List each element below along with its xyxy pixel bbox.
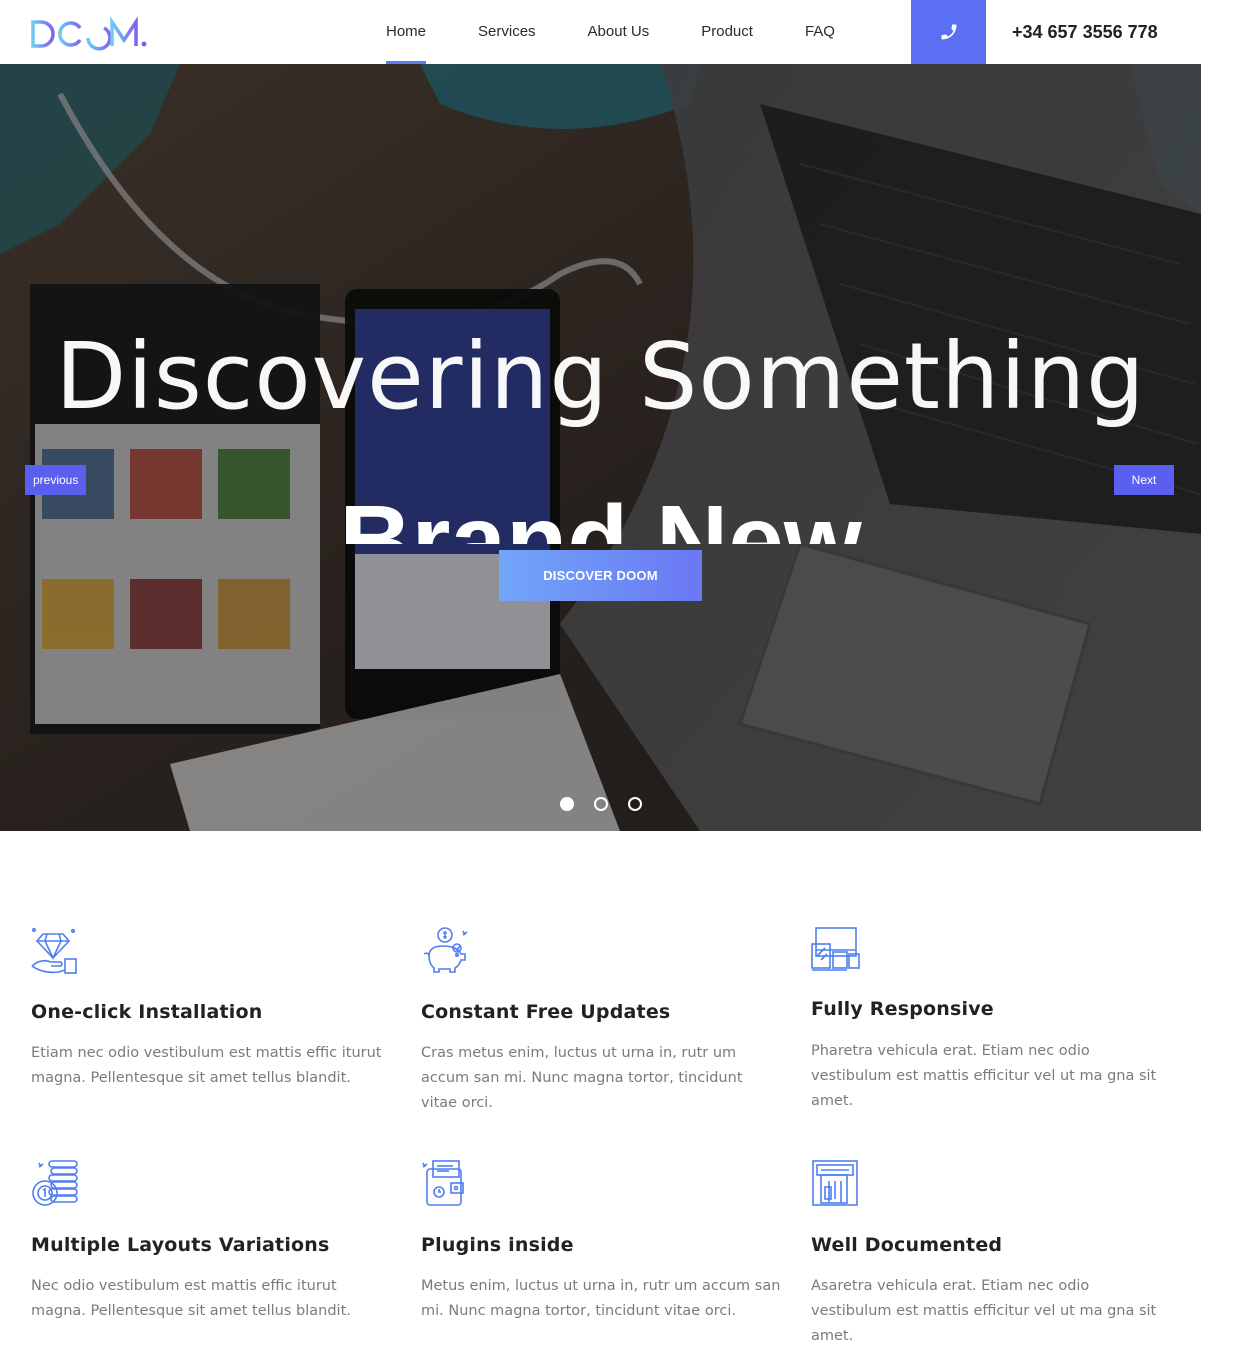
feature-title: One-click Installation (31, 1001, 263, 1023)
feature-card: Well Documented Asaretra vehicula erat. … (811, 1159, 1171, 1349)
main-nav: Home Services About Us Product FAQ (360, 0, 861, 64)
feature-card: Multiple Layouts Variations Nec odio ves… (31, 1159, 391, 1324)
feature-card: One-click Installation Etiam nec odio ve… (31, 926, 391, 1091)
nav-faq[interactable]: FAQ (779, 0, 861, 64)
nav-about-us[interactable]: About Us (562, 0, 676, 64)
slider-dot-3[interactable] (628, 797, 642, 811)
feature-title: Multiple Layouts Variations (31, 1234, 330, 1256)
hero-title: Discovering Something (55, 323, 1146, 430)
wallet-calendar-icon (422, 1160, 464, 1206)
feature-text: Nec odio vestibulum est mattis effic itu… (31, 1278, 351, 1319)
next-slide-button[interactable]: Next (1114, 465, 1174, 495)
slider-dot-2[interactable] (594, 797, 608, 811)
slider-dots (560, 797, 642, 811)
hero-subtitle: Brand New (339, 485, 862, 544)
feature-text: Etiam nec odio vestibulum est mattis eff… (31, 1045, 382, 1086)
piggy-bank-icon (423, 927, 468, 973)
discover-button[interactable]: DISCOVER DOOM (499, 550, 702, 601)
feature-title: Well Documented (811, 1234, 1003, 1256)
atm-card-icon (812, 1160, 858, 1206)
feature-title: Plugins inside (421, 1234, 574, 1256)
hero-background-image (0, 64, 1201, 831)
feature-card: Plugins inside Metus enim, luctus ut urn… (421, 1159, 781, 1324)
nav-home[interactable]: Home (360, 0, 452, 64)
logo[interactable] (30, 14, 160, 54)
hero-slider: Discovering Something Brand New previous… (0, 64, 1201, 831)
slider-dot-1[interactable] (560, 797, 574, 811)
feature-title: Constant Free Updates (421, 1001, 671, 1023)
coins-stack-icon (32, 1160, 78, 1206)
nav-services[interactable]: Services (452, 0, 562, 64)
feature-text: Asaretra vehicula erat. Etiam nec odio v… (811, 1278, 1157, 1344)
previous-slide-button[interactable]: previous (25, 465, 87, 495)
features-section: One-click Installation Etiam nec odio ve… (0, 831, 1235, 1365)
site-header: Home Services About Us Product FAQ +34 6… (0, 0, 1201, 64)
feature-title: Fully Responsive (811, 998, 994, 1020)
feature-text: Pharetra vehicula erat. Etiam nec odio v… (811, 1043, 1157, 1109)
phone-icon (941, 24, 956, 40)
diamond-hand-icon (31, 927, 77, 974)
phone-number[interactable]: +34 657 3556 778 (1012, 0, 1158, 64)
nav-product[interactable]: Product (675, 0, 779, 64)
feature-text: Metus enim, luctus ut urna in, rutr um a… (421, 1278, 781, 1319)
hero-subtitle-clip: Brand New (0, 476, 1201, 544)
phone-button[interactable] (911, 0, 986, 64)
devices-icon (811, 927, 860, 971)
feature-card: Constant Free Updates Cras metus enim, l… (421, 926, 781, 1116)
feature-card: Fully Responsive Pharetra vehicula erat.… (811, 926, 1171, 1114)
feature-text: Cras metus enim, luctus ut urna in, rutr… (421, 1045, 743, 1111)
